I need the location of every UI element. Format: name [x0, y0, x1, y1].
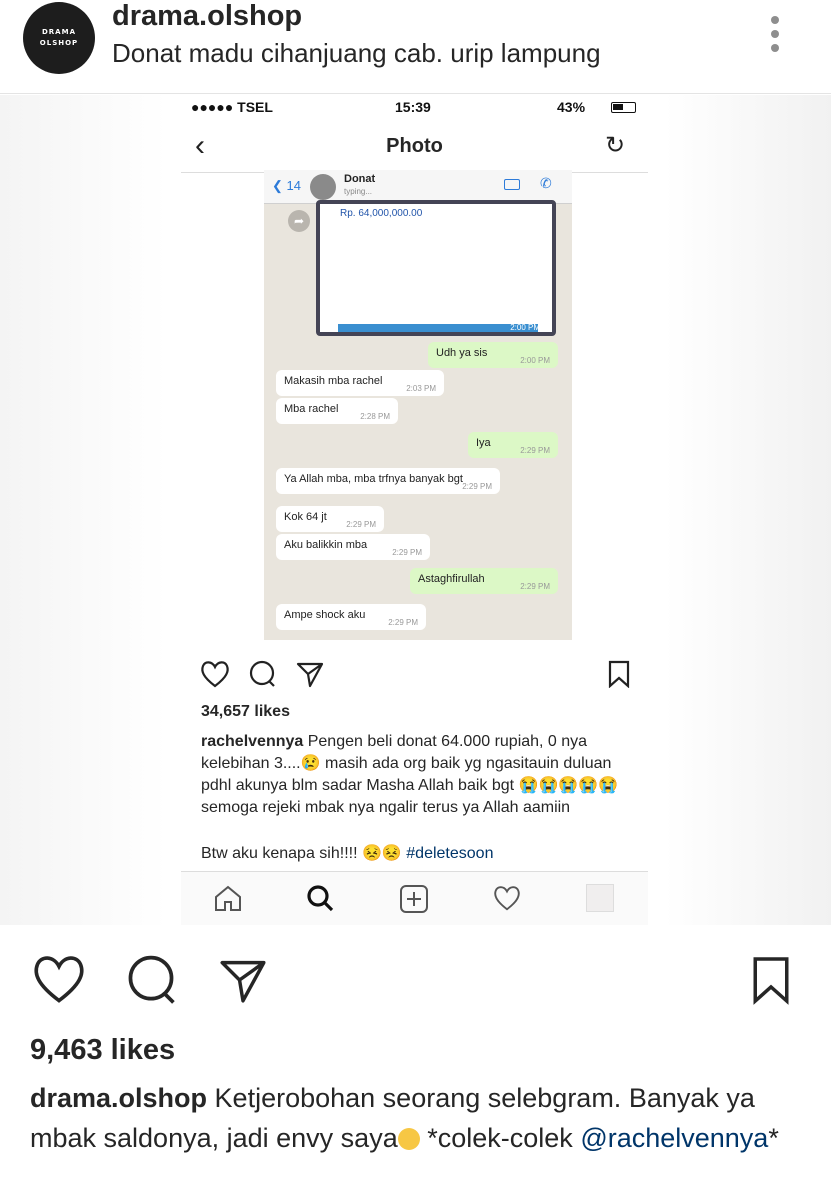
contact-status: typing... — [344, 187, 373, 196]
embedded-action-bar — [181, 657, 648, 691]
post-action-bar — [0, 950, 831, 1010]
incoming-message: Kok 64 jt 2:29 PM — [276, 506, 384, 532]
outgoing-message: Astaghfirullah 2:29 PM — [410, 568, 558, 594]
comment-icon[interactable] — [123, 952, 179, 1008]
post-location[interactable]: Donat madu cihanjuang cab. urip lampung — [112, 38, 601, 69]
message-time: 2:29 PM — [520, 582, 550, 591]
message-text: Kok 64 jt — [284, 511, 327, 523]
post-caption: drama.olshop Ketjerobohan seorang selebg… — [30, 1078, 810, 1158]
chat-screenshot: ❮ 14 Donat typing... ✆ ➦ Rp. 64,000,000.… — [264, 170, 572, 640]
message-time: 2:29 PM — [388, 618, 418, 627]
message-text: Ya Allah mba, mba trfnya banyak bgt — [284, 473, 463, 485]
likes-count[interactable]: 9,463 likes — [30, 1034, 175, 1067]
embedded-screenshot: ●●●●● TSEL 15:39 43% ‹ Photo ↻ ❮ 14 Dona… — [181, 95, 648, 925]
message-time: 2:29 PM — [392, 548, 422, 557]
message-text: Aku balikkin mba — [284, 539, 368, 551]
image-strip — [338, 324, 538, 332]
message-text: Ampe shock aku — [284, 609, 366, 621]
search-icon — [307, 885, 334, 912]
incoming-message: Mba rachel 2:28 PM — [276, 398, 398, 424]
video-icon — [504, 179, 520, 190]
embedded-tab-bar — [181, 871, 648, 925]
chat-header: ❮ 14 Donat typing... ✆ — [264, 170, 572, 204]
forward-icon: ➦ — [288, 210, 310, 232]
status-bar: ●●●●● TSEL 15:39 43% — [181, 95, 648, 119]
bookmark-icon — [608, 660, 630, 688]
chat-back: ❮ 14 — [272, 178, 301, 193]
message-time: 2:00 PM — [520, 356, 550, 365]
embedded-caption-line2: Btw aku kenapa sih!!!! 😣😣 #deletesoon — [201, 843, 493, 863]
caption-username[interactable]: drama.olshop — [30, 1083, 207, 1113]
bookmark-icon[interactable] — [750, 954, 792, 1006]
comment-icon — [249, 660, 275, 687]
incoming-message: Ampe shock aku 2:29 PM — [276, 604, 426, 630]
contact-avatar — [310, 174, 336, 200]
contact-name: Donat — [344, 173, 376, 185]
battery-icon — [611, 102, 636, 113]
message-text: Astaghfirullah — [418, 573, 485, 585]
heart-icon[interactable] — [30, 952, 88, 1006]
incoming-message: Ya Allah mba, mba trfnya banyak bgt 2:29 … — [276, 468, 500, 494]
embedded-caption-user: rachelvennya — [201, 733, 304, 750]
avatar-text-1: DRAMA — [41, 28, 76, 36]
message-time: 2:03 PM — [406, 384, 436, 393]
caption-end: * — [768, 1123, 779, 1153]
message-text: Udh ya sis — [436, 347, 488, 359]
incoming-message: Aku balikkin mba 2:29 PM — [276, 534, 430, 560]
nav-title: Photo — [386, 135, 443, 157]
message-text: Iya — [476, 437, 491, 449]
embedded-likes: 34,657 likes — [201, 703, 290, 720]
refresh-icon: ↻ — [605, 132, 626, 159]
post-username[interactable]: drama.olshop — [112, 0, 302, 33]
carrier: ●●●●● TSEL — [191, 99, 273, 115]
share-icon — [296, 662, 324, 688]
clock: 15:39 — [395, 99, 431, 115]
home-icon — [215, 885, 241, 911]
message-text: Mba rachel — [284, 403, 339, 415]
image-amount: Rp. 64,000,000.00 — [340, 208, 423, 219]
message-time: 2:29 PM — [462, 482, 492, 491]
incoming-message: Makasih mba rachel 2:03 PM — [276, 370, 444, 396]
profile-thumbnail — [586, 884, 614, 912]
message-time: 2:29 PM — [520, 446, 550, 455]
embedded-nav: ‹ Photo ↻ — [181, 119, 648, 173]
heart-icon — [201, 661, 229, 688]
outgoing-message: Iya 2:29 PM — [468, 432, 558, 458]
message-text: Makasih mba rachel — [284, 375, 383, 387]
message-time: 2:28 PM — [360, 412, 390, 421]
avatar-text-2: OLSHOP — [39, 39, 79, 47]
sad-face-emoji — [397, 1128, 420, 1150]
caption-after-emoji: *colek-colek — [427, 1123, 573, 1153]
hashtag: #deletesoon — [406, 845, 494, 862]
post-header: DRAMA OLSHOP drama.olshop Donat madu cih… — [0, 0, 831, 94]
mention-link[interactable]: @rachelvennya — [580, 1123, 768, 1153]
share-icon[interactable] — [215, 954, 271, 1006]
more-icon[interactable] — [766, 16, 784, 56]
outgoing-message: Udh ya sis 2:00 PM — [428, 342, 558, 368]
avatar[interactable]: DRAMA OLSHOP — [23, 2, 95, 74]
image-message: Rp. 64,000,000.00 2:00 PM — [316, 200, 556, 336]
image-time: 2:00 PM — [510, 323, 540, 332]
activity-icon — [494, 886, 520, 911]
embedded-caption: rachelvennya Pengen beli donat 64.000 ru… — [201, 731, 631, 819]
phone-icon: ✆ — [540, 175, 552, 191]
message-time: 2:29 PM — [346, 520, 376, 529]
battery-percent: 43% — [557, 99, 586, 115]
add-icon — [400, 885, 428, 913]
embedded-caption-line2-text: Btw aku kenapa sih!!!! 😣😣 — [201, 845, 402, 862]
